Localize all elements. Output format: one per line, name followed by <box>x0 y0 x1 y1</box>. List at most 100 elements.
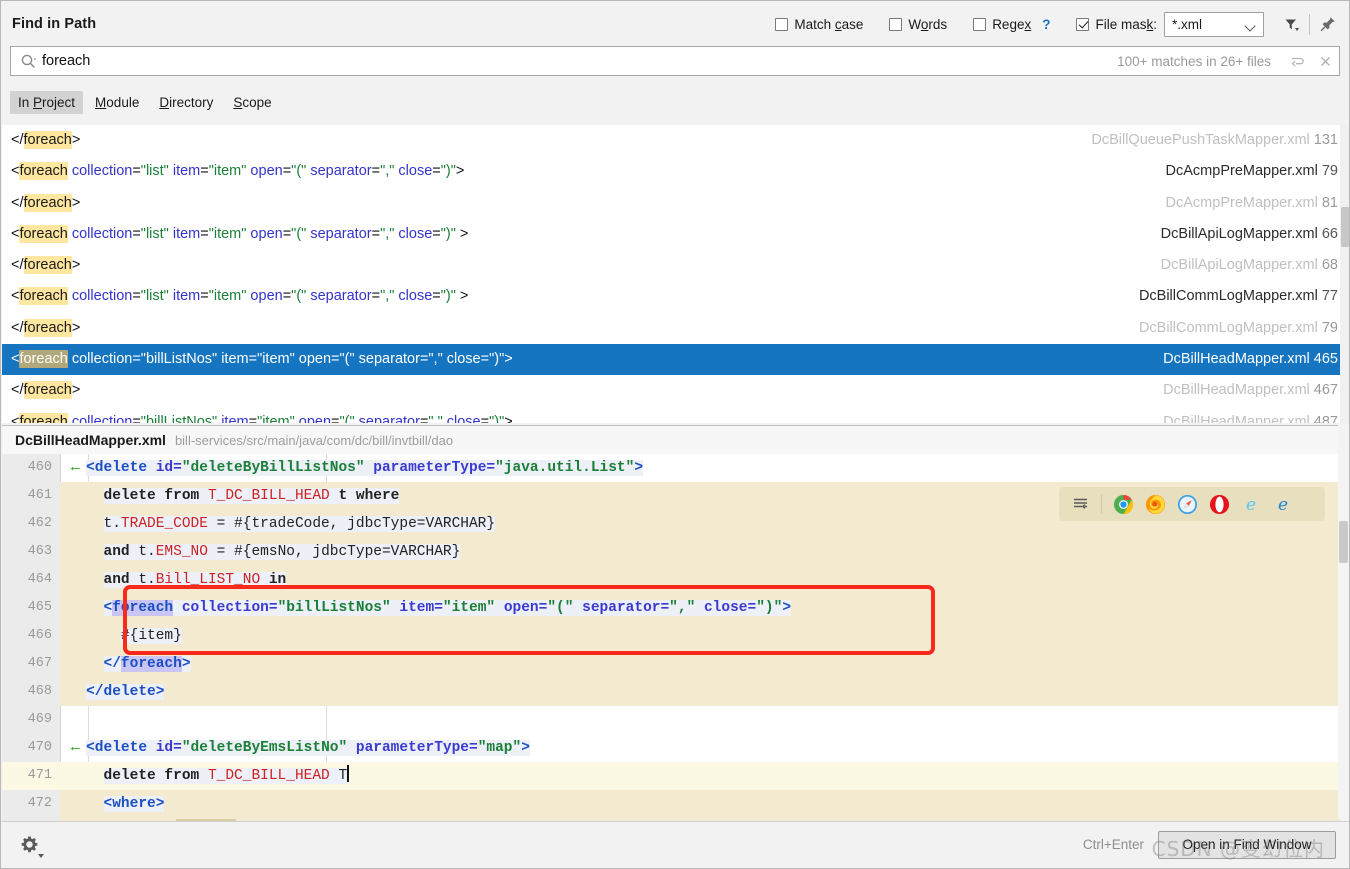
result-file-name: DcBillHeadMapper.xml 465 <box>1163 351 1338 368</box>
code-text: <delete id="deleteByEmsListNo" parameter… <box>86 740 530 756</box>
results-scrollbar-thumb[interactable] <box>1341 207 1349 247</box>
result-line-number: 131 <box>1313 132 1338 148</box>
browser-launch-toolbar[interactable]: e e <box>1059 487 1325 521</box>
result-row[interactable]: <foreach collection="list" item="item" o… <box>2 156 1349 187</box>
match-case-box[interactable] <box>775 17 789 31</box>
scope-tab-directory[interactable]: Directory <box>151 91 221 114</box>
preview-file-path: bill-services/src/main/java/com/dc/bill/… <box>174 432 454 448</box>
code-text: delete from T_DC_BILL_HEAD t where <box>103 488 400 504</box>
code-text: <where> <box>103 796 165 812</box>
result-file-name: DcBillHeadMapper.xml 467 <box>1163 382 1338 399</box>
result-line-number: 81 <box>1321 194 1338 211</box>
search-results-list[interactable]: </foreach> DcBillQueuePushTaskMapper.xml … <box>2 125 1349 423</box>
result-row[interactable]: <foreach collection="list" item="item" o… <box>2 219 1349 250</box>
file-mask-box[interactable] <box>1076 17 1090 31</box>
filter-icon[interactable] <box>1278 11 1304 37</box>
result-line-number: 79 <box>1321 163 1338 180</box>
search-meta: 100+ matches in 26+ files <box>1117 48 1339 74</box>
regex-help-link[interactable]: ? <box>1042 17 1050 32</box>
editor-code-line[interactable]: #{item} <box>60 622 1349 650</box>
file-mask-label: File mask: <box>1095 16 1157 32</box>
gutter-line-number: 472 <box>27 796 52 811</box>
result-row[interactable]: </foreach> DcBillHeadMapper.xml 467 <box>2 375 1349 406</box>
words-box[interactable] <box>889 17 903 31</box>
safari-icon[interactable] <box>1173 490 1201 518</box>
editor-gutter[interactable]: 460 ← 461 462 463 464 465 466 467 468 469 470 ← 471 47… <box>2 454 80 826</box>
regex-label: Regex <box>992 16 1032 32</box>
search-field[interactable]: foreach 100+ matches in 26+ files <box>10 46 1340 76</box>
result-match-text: <foreach collection="billListNos" item="… <box>11 407 513 423</box>
editor-scrollbar[interactable] <box>1338 425 1349 825</box>
result-file-name: DcBillQueuePushTaskMapper.xml 131 <box>1091 132 1338 148</box>
gear-icon[interactable] <box>16 832 44 858</box>
result-line-number: 68 <box>1321 257 1338 274</box>
scope-tab-in-project[interactable]: In Project <box>10 90 84 114</box>
svg-text:e: e <box>1246 495 1256 515</box>
result-row[interactable]: <foreach collection="billListNos" item="… <box>2 407 1349 423</box>
svg-text:e: e <box>1278 495 1288 515</box>
editor-code-line[interactable]: </delete> <box>60 678 1349 706</box>
file-mask-select[interactable]: *.xml <box>1164 11 1264 37</box>
file-mask-group: File mask: *.xml <box>1076 11 1264 37</box>
file-mask-checkbox[interactable]: File mask: <box>1076 17 1157 32</box>
result-file-name: DcBillCommLogMapper.xml 79 <box>1138 319 1338 336</box>
result-match-text: </foreach> <box>11 318 81 337</box>
gutter-line-number: 466 <box>27 628 52 643</box>
words-checkbox[interactable]: Words <box>889 17 947 32</box>
regex-checkbox[interactable]: Regex ? <box>973 17 1050 32</box>
editor-code-line[interactable]: <where> <box>60 790 1349 818</box>
chevron-down-icon <box>38 853 44 858</box>
result-match-text: <foreach collection="billListNos" item="… <box>11 350 513 369</box>
file-mask-value: *.xml <box>1172 16 1202 32</box>
result-row[interactable]: <foreach collection="billListNos" item="… <box>2 344 1349 376</box>
result-row[interactable]: <foreach collection="list" item="item" o… <box>2 281 1349 312</box>
result-file-name: DcBillCommLogMapper.xml 77 <box>1138 288 1338 305</box>
gutter-line-number: 468 <box>27 684 52 699</box>
result-match-text: </foreach> <box>11 381 81 400</box>
editor-code-line[interactable]: <delete id="deleteByBillListNos" paramet… <box>60 454 1349 482</box>
editor-code-line[interactable]: </foreach> <box>60 650 1349 678</box>
result-row[interactable]: </foreach> DcBillCommLogMapper.xml 79 <box>2 313 1349 344</box>
search-input[interactable]: foreach <box>42 53 90 69</box>
code-text: t.TRADE_CODE = #{tradeCode, jdbcType=VAR… <box>103 516 496 532</box>
editor-code-line[interactable]: <delete id="deleteByEmsListNo" parameter… <box>60 734 1349 762</box>
match-case-checkbox[interactable]: Match case <box>775 17 863 32</box>
chevron-down-icon <box>1244 19 1256 32</box>
rerun-icon[interactable] <box>1283 48 1311 74</box>
editor-code-line[interactable]: and t.Bill_LIST_NO in <box>60 566 1349 594</box>
search-options: Match case Words Regex ? File mask: *.xm… <box>775 11 1349 37</box>
editor-code-line[interactable]: delete from T_DC_BILL_HEAD T <box>60 762 1349 790</box>
firefox-icon[interactable] <box>1141 490 1169 518</box>
ie-icon[interactable]: e <box>1237 490 1265 518</box>
code-text: <delete id="deleteByBillListNos" paramet… <box>86 460 644 476</box>
result-match-text: </foreach> <box>11 256 81 275</box>
find-in-path-dialog: Find in Path Match case Words Regex ? Fi… <box>0 0 1350 869</box>
result-row[interactable]: </foreach> DcAcmpPreMapper.xml 81 <box>2 188 1349 219</box>
toolbar-divider <box>1101 495 1102 513</box>
result-file-name: DcBillApiLogMapper.xml 68 <box>1160 257 1338 274</box>
reformat-icon[interactable] <box>1066 490 1094 518</box>
editor-scrollbar-thumb[interactable] <box>1339 521 1348 563</box>
editor-code-line[interactable]: and t.EMS_NO = #{emsNo, jdbcType=VARCHAR… <box>60 538 1349 566</box>
preview-file-name: DcBillHeadMapper.xml <box>15 432 166 448</box>
footer-actions: Ctrl+Enter Open in Find Window <box>1083 830 1349 859</box>
pin-icon[interactable] <box>1315 11 1341 37</box>
regex-box[interactable] <box>973 17 987 31</box>
open-in-find-window-button[interactable]: Open in Find Window <box>1158 830 1336 859</box>
editor-code-line[interactable]: <foreach collection="billListNos" item="… <box>60 594 1349 622</box>
gutter-line-number: 471 <box>2 762 60 790</box>
result-row[interactable]: </foreach> DcBillQueuePushTaskMapper.xml … <box>2 125 1349 156</box>
opera-icon[interactable] <box>1205 490 1233 518</box>
results-scrollbar[interactable] <box>1340 125 1349 423</box>
scope-tab-module[interactable]: Module <box>87 91 147 114</box>
result-line-number: 66 <box>1321 225 1338 242</box>
result-row[interactable]: </foreach> DcBillApiLogMapper.xml 68 <box>2 250 1349 281</box>
gutter-line-number: 469 <box>27 712 52 727</box>
edge-icon[interactable]: e <box>1269 490 1297 518</box>
result-line-number: 79 <box>1321 319 1338 336</box>
scope-tab-scope[interactable]: Scope <box>225 91 279 114</box>
search-icon <box>11 53 42 70</box>
close-icon[interactable] <box>1311 48 1339 74</box>
editor-code-line[interactable] <box>60 706 1349 734</box>
chrome-icon[interactable] <box>1109 490 1137 518</box>
